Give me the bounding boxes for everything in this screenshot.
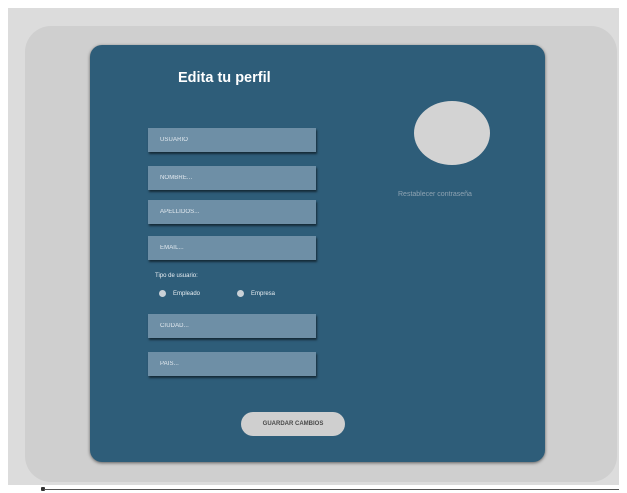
bottom-divider (44, 489, 619, 490)
radio-label: Empleado (173, 290, 201, 297)
user-type-label: Tipo de usuario: (155, 273, 198, 279)
radio-label: Empresa (251, 290, 276, 297)
radio-button[interactable] (159, 290, 166, 297)
save-button[interactable]: GUARDAR CAMBIOS (241, 412, 345, 436)
username-input[interactable] (148, 128, 316, 152)
city-input[interactable] (148, 314, 316, 338)
email-input[interactable] (148, 236, 316, 260)
radio-button[interactable] (237, 290, 244, 297)
reset-password-link[interactable]: Restablecer contraseña (398, 191, 472, 198)
country-input[interactable] (148, 352, 316, 376)
avatar[interactable] (414, 101, 490, 165)
last-name-input[interactable] (148, 200, 316, 224)
radio-option-empresa[interactable]: Empresa (237, 290, 275, 297)
page-title: Edita tu perfil (178, 70, 271, 86)
radio-option-empleado[interactable]: Empleado (159, 290, 200, 297)
first-name-input[interactable] (148, 166, 316, 190)
